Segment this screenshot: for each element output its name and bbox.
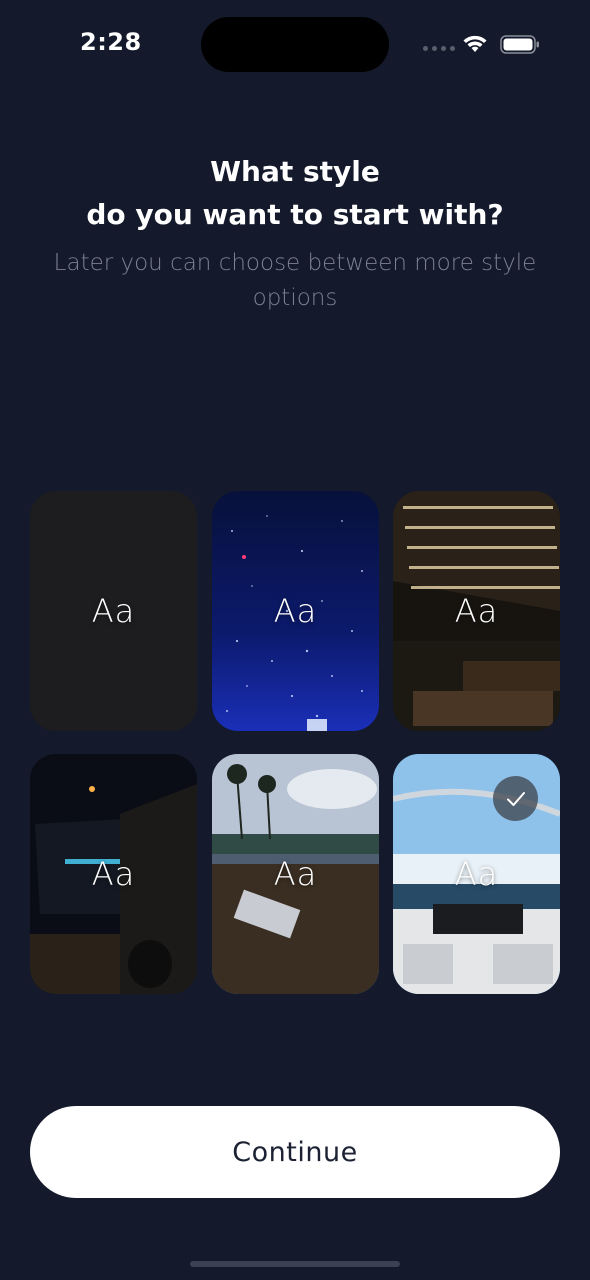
- selected-check-icon: [493, 776, 538, 821]
- style-label: Aa: [273, 592, 318, 630]
- status-time: 2:28: [80, 28, 142, 56]
- style-label: Aa: [454, 855, 499, 893]
- style-card-tropical-terrace[interactable]: Aa: [212, 754, 379, 994]
- style-label: Aa: [273, 855, 318, 893]
- style-label: Aa: [91, 855, 136, 893]
- wifi-icon: [463, 35, 487, 52]
- continue-button[interactable]: Continue: [30, 1106, 560, 1198]
- dynamic-island: [201, 17, 389, 72]
- style-label: Aa: [454, 592, 499, 630]
- style-card-cars-night[interactable]: Aa: [30, 754, 197, 994]
- title-line-1: What style: [210, 155, 380, 188]
- style-card-night-sky[interactable]: Aa: [212, 491, 379, 731]
- cellular-dots-icon: [423, 46, 455, 51]
- style-card-hotel-night[interactable]: Aa: [393, 491, 560, 731]
- status-bar: 2:28: [0, 0, 590, 90]
- style-label: Aa: [91, 592, 136, 630]
- page-subtitle: Later you can choose between more style …: [53, 250, 537, 311]
- style-card-plain[interactable]: Aa: [30, 491, 197, 731]
- style-card-speedboat[interactable]: Aa: [393, 754, 560, 994]
- battery-icon: [500, 35, 539, 54]
- title-line-2: do you want to start with?: [86, 198, 504, 231]
- home-indicator: [190, 1261, 400, 1267]
- page-title: What style do you want to start with?: [0, 150, 590, 236]
